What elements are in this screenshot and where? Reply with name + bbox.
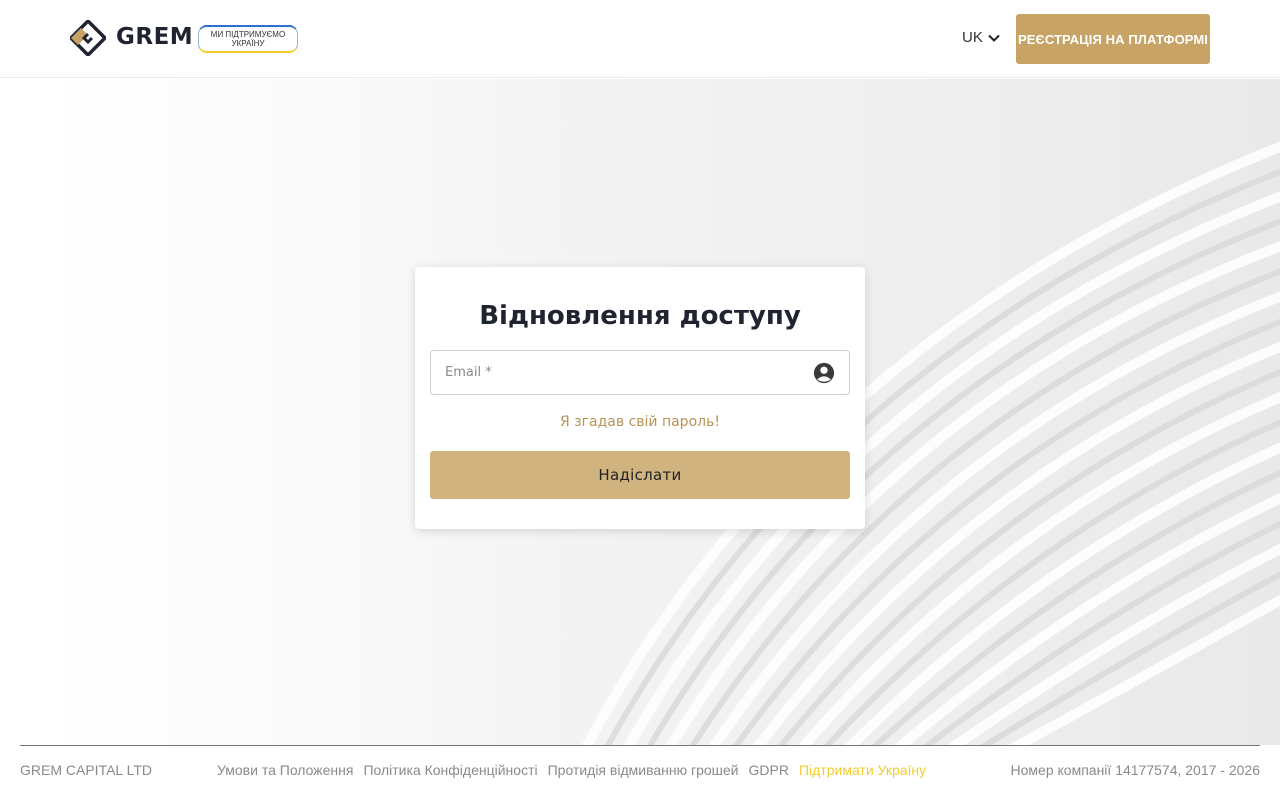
company-name: GREM CAPITAL LTD — [20, 762, 152, 778]
chevron-down-icon — [988, 34, 1000, 42]
gdpr-link[interactable]: GDPR — [749, 762, 789, 778]
email-field[interactable] — [430, 350, 850, 395]
email-input[interactable] — [431, 351, 849, 394]
page-title: Відновлення доступу — [479, 301, 801, 331]
language-selector[interactable]: UK — [962, 29, 1001, 46]
footer-divider — [20, 745, 1260, 746]
footer: GREM CAPITAL LTD Умови та Положення Полі… — [0, 762, 1280, 784]
support-ukraine-badge: МИ ПІДТРИМУЄМО УКРАЇНУ — [198, 25, 298, 53]
support-ukraine-link[interactable]: Підтримати Україну — [799, 762, 926, 778]
footer-links: Умови та Положення Політика Конфіденційн… — [217, 762, 926, 778]
remembered-password-link[interactable]: Я згадав свій пароль! — [415, 414, 865, 430]
company-registration: Номер компанії 14177574, 2017 - 2026 — [1010, 762, 1260, 778]
brand-name[interactable]: GREM — [116, 24, 193, 50]
badge-line-2: УКРАЇНУ — [231, 39, 265, 48]
terms-link[interactable]: Умови та Положення — [217, 762, 353, 778]
language-label: UK — [962, 29, 983, 46]
grem-logo-icon[interactable] — [70, 20, 106, 56]
user-circle-icon — [813, 362, 835, 384]
submit-button[interactable]: Надіслати — [430, 451, 850, 499]
password-recovery-card: Відновлення доступу Я згадав свій пароль… — [415, 267, 865, 529]
register-button[interactable]: РЕЄСТРАЦІЯ НА ПЛАТФОРМІ — [1016, 14, 1210, 64]
privacy-policy-link[interactable]: Політика Конфіденційності — [363, 762, 537, 778]
badge-line-1: МИ ПІДТРИМУЄМО — [210, 30, 286, 39]
top-header: GREM МИ ПІДТРИМУЄМО УКРАЇНУ UK РЕЄСТРАЦІ… — [0, 0, 1280, 78]
aml-link[interactable]: Протидія відмиванню грошей — [548, 762, 739, 778]
